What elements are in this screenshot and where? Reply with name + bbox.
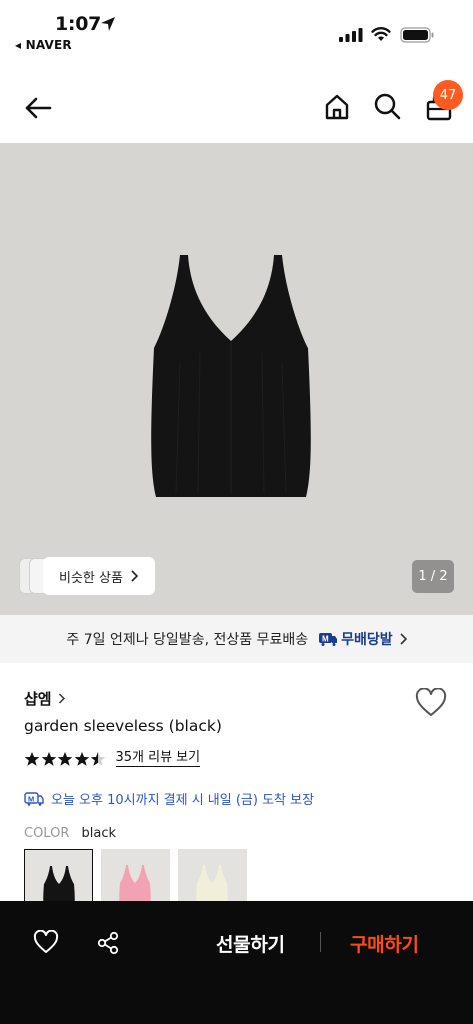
delivery-badge-label: 무배당발	[341, 632, 393, 648]
back-arrow-icon[interactable]	[22, 92, 54, 124]
status-time: 1:07	[55, 13, 102, 35]
delivery-truck-icon: M	[24, 791, 44, 806]
wishlist-heart-icon[interactable]	[415, 688, 447, 718]
back-to-app-link[interactable]: ◂ NAVER	[15, 38, 72, 52]
delivery-truck-icon: M	[319, 633, 338, 646]
color-label: COLOR	[24, 826, 70, 841]
top-nav-bar: 47	[0, 76, 473, 140]
divider	[320, 932, 321, 952]
reviews-link[interactable]: 35개 리뷰 보기	[115, 750, 201, 767]
star-icon	[57, 751, 73, 766]
similar-products-pill: 비슷한 상품	[43, 557, 155, 595]
chevron-right-icon	[400, 633, 407, 645]
cart-count-badge: 47	[433, 80, 463, 110]
gift-button[interactable]: 선물하기	[216, 930, 285, 957]
color-swatch-pink[interactable]	[101, 849, 170, 909]
home-icon[interactable]	[322, 92, 352, 122]
star-icon	[90, 751, 106, 766]
battery-icon	[400, 27, 434, 43]
wishlist-heart-icon[interactable]	[33, 930, 59, 954]
buy-button[interactable]: 구매하기	[350, 930, 419, 957]
shop-name: 샵엠	[24, 690, 52, 708]
color-selector-label: COLOR black	[24, 826, 116, 841]
product-title: garden sleeveless (black)	[24, 717, 222, 735]
star-icon	[24, 751, 40, 766]
color-swatch-black[interactable]	[24, 849, 93, 909]
status-bar: 1:07 ◂ NAVER	[0, 0, 473, 62]
star-icon	[41, 751, 56, 766]
product-image-carousel[interactable]: 비슷한 상품 1 / 2	[0, 143, 473, 615]
shop-name-link[interactable]: 샵엠	[24, 688, 65, 709]
star-icon	[74, 751, 89, 766]
cellular-signal-icon	[339, 28, 363, 42]
location-arrow-icon	[101, 17, 115, 31]
svg-text:M: M	[322, 635, 329, 644]
svg-text:M: M	[28, 794, 34, 803]
chevron-right-icon	[131, 570, 138, 582]
delivery-banner[interactable]: 주 7일 언제나 당일발송, 전상품 무료배송 M 무배당발	[0, 615, 473, 663]
share-icon[interactable]	[96, 931, 120, 955]
color-value: black	[81, 826, 117, 841]
product-photo	[151, 255, 311, 497]
rating-stars	[24, 751, 107, 767]
wifi-icon	[371, 27, 391, 41]
delivery-promise-text: 오늘 오후 10시까지 결제 시 내일 (금) 도착 보장	[51, 793, 315, 808]
product-rating: 35개 리뷰 보기	[24, 750, 201, 767]
bottom-action-bar: 선물하기 구매하기	[0, 901, 473, 1024]
chevron-right-icon	[58, 693, 65, 704]
search-icon[interactable]	[372, 91, 402, 121]
color-swatch-cream[interactable]	[178, 849, 247, 909]
delivery-banner-text: 주 7일 언제나 당일발송, 전상품 무료배송	[66, 632, 309, 648]
delivery-promise: M 오늘 오후 10시까지 결제 시 내일 (금) 도착 보장	[24, 789, 314, 808]
image-page-counter: 1 / 2	[412, 560, 454, 593]
similar-products-label: 비슷한 상품	[59, 570, 123, 586]
